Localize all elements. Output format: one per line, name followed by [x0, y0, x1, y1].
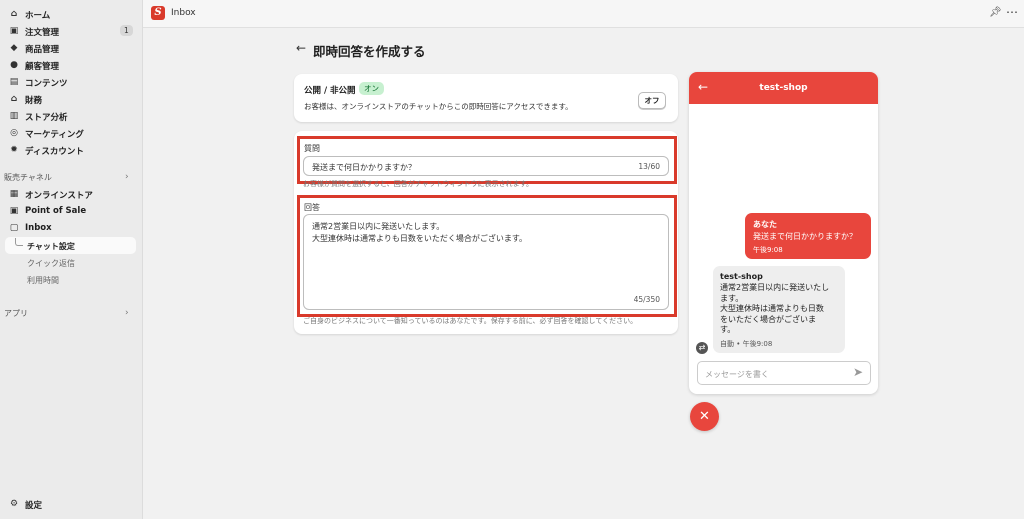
nav-item-label: 顧客管理 [25, 62, 60, 72]
gear-discount-icon: ✹ [10, 145, 18, 155]
chart-icon: ▥ [9, 111, 19, 121]
nav-item-label: コンテンツ [25, 79, 68, 89]
channel-online-store[interactable]: ▦ オンラインストア [0, 186, 143, 203]
question-label: 質問 [304, 144, 320, 153]
nav-item-settings[interactable]: ⚙ 設定 [0, 496, 143, 513]
sales-channels-title: 販売チャネル [4, 173, 52, 182]
nav-item-label: ストア分析 [25, 113, 68, 123]
app-title: Inbox [171, 8, 196, 18]
question-counter: 13/60 [638, 162, 660, 171]
chevron-right-icon[interactable]: › [125, 172, 129, 182]
question-input[interactable]: 発送まで何日かかりますか？ 13/60 [303, 156, 669, 176]
shop-message-bubble: test-shop 通常2営業日以内に発送いたし ます。 大型連休時は通常よりも… [713, 266, 845, 353]
sub-item-hours[interactable]: 利用時間 [27, 275, 59, 286]
channel-label: Point of Sale [25, 206, 87, 216]
person-icon: ● [10, 60, 18, 70]
tree-branch [15, 238, 23, 246]
shop-message-line: 通常2営業日以内に発送いたし [720, 283, 830, 292]
back-arrow-icon[interactable]: ← [296, 41, 306, 55]
nav-item-label: マーケティング [25, 130, 84, 140]
answer-line: 大型連休時は通常よりも日数をいただく場合がございます。 [312, 234, 528, 243]
user-message-text: 発送まで何日かかりますか？ [753, 232, 857, 241]
answer-counter: 45/350 [633, 295, 660, 304]
inbox-app-icon: ▢ [9, 223, 19, 233]
toggle-off-button[interactable]: オフ [638, 92, 666, 109]
pos-icon: ▣ [9, 206, 19, 216]
home-icon: ⌂ [10, 9, 18, 19]
nav-item-marketing[interactable]: ◎ マーケティング [0, 125, 143, 142]
nav-item-analytics[interactable]: ▥ ストア分析 [0, 108, 143, 125]
sub-item-quick-replies[interactable]: クイック返信 [27, 258, 75, 269]
tag-icon: ◆ [10, 43, 18, 53]
shop-message-time: 自動 • 午後9:08 [720, 340, 773, 348]
page-title: 即時回答を作成する [313, 44, 426, 59]
nav-item-label: 設定 [25, 501, 43, 511]
shop-message-text: 通常2営業日以内に発送いたし ます。 大型連休時は通常よりも日数 をいただく場合… [720, 283, 842, 336]
shop-message-line: す。 [720, 325, 736, 334]
visibility-description: お客様は、オンラインストアのチャットからこの即時回答にアクセスできます。 [304, 102, 573, 111]
nav-item-customers[interactable]: ● 顧客管理 [0, 57, 143, 74]
chat-shop-name: test-shop [759, 83, 808, 93]
shop-message-line: ます。 [720, 293, 744, 303]
visibility-card: 公開 / 非公開 オン お客様は、オンラインストアのチャットからこの即時回答にア… [294, 74, 678, 122]
inbox-icon: ▣ [9, 26, 19, 36]
shop-message-name: test-shop [720, 272, 763, 281]
answer-help: ご自身のビジネスについて一番知っているのはあなたです。保存する前に、必ず回答を確… [303, 317, 638, 325]
nav-item-label: ディスカウント [25, 147, 84, 157]
gear-icon: ⚙ [9, 499, 19, 509]
nav-item-content[interactable]: ▤ コンテンツ [0, 74, 143, 91]
nav-item-label: ホーム [25, 11, 51, 21]
channel-label: オンラインストア [25, 191, 93, 201]
app-logo: S [151, 6, 165, 20]
channel-pos[interactable]: ▣ Point of Sale [0, 203, 143, 220]
status-badge: オン [359, 82, 384, 95]
user-message-name: あなた [753, 220, 777, 229]
store-icon: ▦ [9, 189, 19, 199]
message-input[interactable]: メッセージを書く ➤ [697, 361, 871, 385]
answer-value: 通常2営業日以内に発送いたします。 大型連休時は通常よりも日数をいただく場合がご… [312, 221, 527, 245]
pin-icon[interactable]: 📌︎ [989, 7, 1002, 18]
more-icon[interactable]: ⋯ [1006, 5, 1018, 19]
sidebar: ⌂ ホーム ▣ 注文管理 1 ◆ 商品管理 ● 顧客管理 ▤ コンテンツ ⌂ 財… [0, 0, 143, 519]
chevron-right-icon[interactable]: › [125, 308, 129, 318]
user-message-time: 午後9:08 [753, 246, 783, 254]
answer-textarea[interactable]: 通常2営業日以内に発送いたします。 大型連休時は通常よりも日数をいただく場合がご… [303, 214, 669, 310]
apps-title: アプリ [4, 309, 28, 318]
close-chat-button[interactable]: ✕ [690, 402, 719, 431]
shop-message-line: 大型連休時は通常よりも日数 [720, 304, 824, 313]
content-icon: ▤ [9, 77, 19, 87]
nav-item-label: 商品管理 [25, 45, 60, 55]
nav-item-label: 注文管理 [25, 28, 60, 38]
shop-message-line: をいただく場合がございま [720, 314, 816, 324]
question-help: お客様が質問を選択すると、回答がチャットウィンドウに表示されます。 [303, 180, 533, 187]
top-bar [143, 0, 1024, 28]
question-value: 発送まで何日かかりますか？ [312, 163, 416, 172]
bank-icon: ⌂ [10, 94, 18, 104]
nav-item-label: 財務 [25, 96, 43, 106]
auto-reply-icon: ⇄ [696, 342, 708, 354]
channel-inbox[interactable]: ▢ Inbox [0, 220, 143, 237]
nav-item-home[interactable]: ⌂ ホーム [0, 6, 143, 23]
target-icon: ◎ [10, 128, 18, 138]
visibility-title: 公開 / 非公開 [304, 86, 356, 96]
nav-item-products[interactable]: ◆ 商品管理 [0, 40, 143, 57]
send-icon[interactable]: ➤ [853, 365, 863, 379]
chat-header: ← test-shop [689, 72, 878, 104]
nav-item-finance[interactable]: ⌂ 財務 [0, 91, 143, 108]
answer-label: 回答 [304, 203, 320, 212]
user-message-bubble: あなた 発送まで何日かかりますか？ 午後9:08 [745, 213, 871, 259]
message-placeholder: メッセージを書く [705, 370, 769, 379]
channel-label: Inbox [25, 223, 52, 233]
answer-line: 通常2営業日以内に発送いたします。 [312, 222, 445, 231]
nav-item-orders[interactable]: ▣ 注文管理 1 [0, 23, 143, 40]
sub-item-chat-settings[interactable]: チャット設定 [27, 241, 75, 252]
nav-item-discounts[interactable]: ✹ ディスカウント [0, 142, 143, 159]
orders-count-badge: 1 [120, 25, 133, 36]
